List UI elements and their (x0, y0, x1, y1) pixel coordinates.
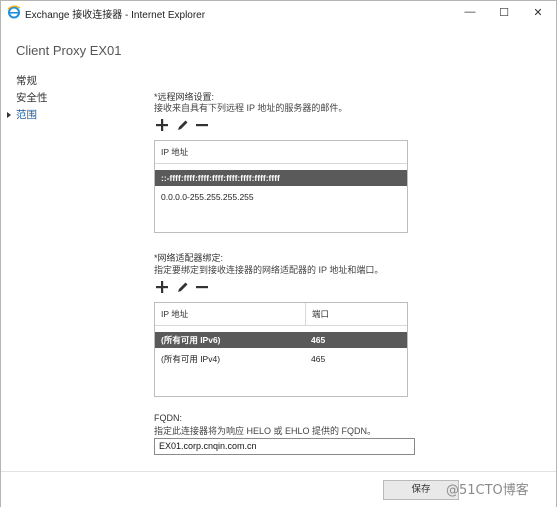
page-title: Client Proxy EX01 (16, 43, 122, 58)
minimize-icon: — (464, 6, 476, 18)
remote-network-toolbar (155, 118, 209, 132)
table-row[interactable]: (所有可用 IPv4) 465 (155, 351, 407, 367)
column-header-ip[interactable]: IP 地址 (155, 141, 407, 163)
sidebar-item-label: 范围 (16, 109, 37, 121)
maximize-button[interactable]: ☐ (487, 1, 521, 23)
close-icon: ✕ (533, 6, 543, 19)
minimize-button[interactable]: — (453, 1, 487, 23)
pencil-icon[interactable] (175, 280, 189, 294)
title-bar: Exchange 接收连接器 - Internet Explorer — ☐ ✕ (1, 1, 556, 23)
maximize-icon: ☐ (499, 6, 509, 19)
sidebar-item-label: 常规 (16, 75, 37, 87)
column-header-port[interactable]: 端口 (305, 303, 407, 325)
close-button[interactable]: ✕ (521, 1, 555, 23)
network-adapter-description: 指定要绑定到接收连接器的网络适配器的 IP 地址和端口。 (154, 265, 384, 275)
window-title: Exchange 接收连接器 - Internet Explorer (25, 10, 206, 21)
list-header: IP 地址 (155, 141, 407, 164)
network-adapter-toolbar (155, 280, 209, 294)
fqdn-description: 指定此连接器将为响应 HELO 或 EHLO 提供的 FQDN。 (154, 426, 377, 436)
browser-window: Exchange 接收连接器 - Internet Explorer — ☐ ✕… (0, 0, 557, 507)
sidebar-item-general[interactable]: 常规 (7, 73, 48, 90)
list-header: IP 地址 端口 (155, 303, 407, 326)
watermark: @51CTO博客 (446, 483, 529, 498)
column-header-ip[interactable]: IP 地址 (155, 303, 305, 325)
fqdn-label: FQDN: (154, 413, 182, 423)
sidebar-item-scope[interactable]: 范围 (7, 107, 48, 124)
minus-icon[interactable] (195, 118, 209, 132)
plus-icon[interactable] (155, 280, 169, 294)
list-item[interactable]: 0.0.0.0-255.255.255.255 (155, 189, 407, 205)
sidebar-item-label: 安全性 (16, 92, 48, 104)
caret-right-icon (7, 112, 11, 118)
sidebar-item-security[interactable]: 安全性 (7, 90, 48, 107)
fqdn-input[interactable]: EX01.corp.cnqin.com.cn (154, 438, 415, 455)
sidebar-nav: 常规 安全性 范围 (7, 73, 48, 124)
list-item[interactable]: ::-ffff:ffff:ffff:ffff:ffff:ffff:ffff:ff… (155, 170, 407, 186)
table-row[interactable]: (所有可用 IPv6) 465 (155, 332, 407, 348)
pencil-icon[interactable] (175, 118, 189, 132)
adapter-binding-list[interactable]: IP 地址 端口 (所有可用 IPv6) 465 (所有可用 IPv4) 465 (154, 302, 408, 397)
remote-network-description: 接收来自具有下列远程 IP 地址的服务器的邮件。 (154, 103, 348, 113)
remote-ip-list[interactable]: IP 地址 ::-ffff:ffff:ffff:ffff:ffff:ffff:f… (154, 140, 408, 233)
internet-explorer-icon (7, 5, 21, 19)
minus-icon[interactable] (195, 280, 209, 294)
plus-icon[interactable] (155, 118, 169, 132)
